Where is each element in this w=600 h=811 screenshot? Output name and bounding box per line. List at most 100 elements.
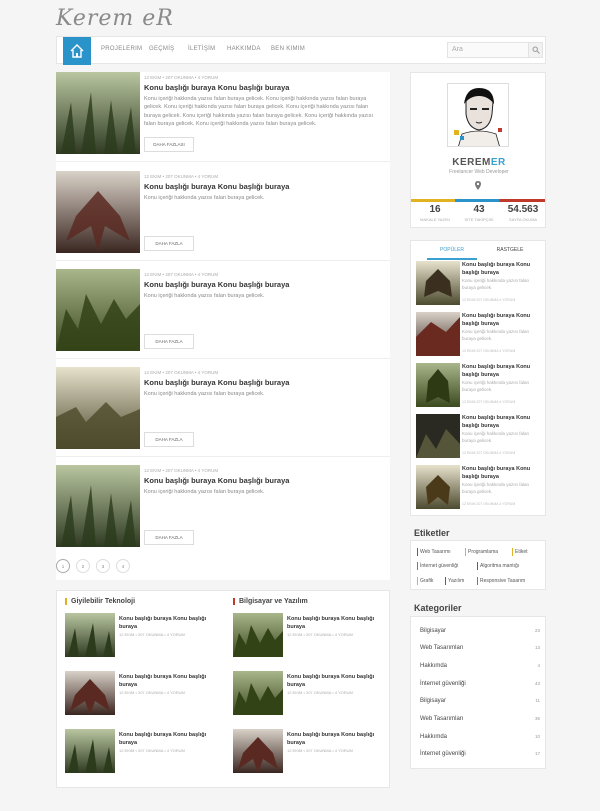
item-title[interactable]: Konu başlığı buraya Konu başlığı buraya: [119, 673, 219, 689]
profile-name-main: KEREM: [452, 157, 491, 168]
post-title[interactable]: Konu başlığı buraya Konu başlığı buraya: [144, 83, 384, 92]
item-title[interactable]: Konu başlığı buraya Konu başlığı buraya: [462, 312, 542, 328]
item-title[interactable]: Konu başlığı buraya Konu başlığı buraya: [287, 615, 387, 631]
item-title[interactable]: Konu başlığı buraya Konu başlığı buraya: [462, 261, 542, 277]
page-button[interactable]: 1: [56, 559, 70, 573]
nav-item-contact[interactable]: İLETİŞİM: [188, 46, 215, 52]
post-title[interactable]: Konu başlığı buraya Konu başlığı buraya: [144, 280, 384, 289]
item-meta: 12 EKIM 207 OKUNMA 4 YORUM: [462, 400, 516, 404]
item-thumbnail: [416, 465, 460, 509]
category-item[interactable]: Web Tasarımları 36: [420, 716, 540, 722]
category-item[interactable]: Bilgisayar 23: [420, 628, 540, 634]
nav-item-projects[interactable]: PROJELERIM: [101, 46, 142, 52]
post-title[interactable]: Konu başlığı buraya Konu başlığı buraya: [144, 476, 384, 485]
category-item[interactable]: Web Tasarımları 13: [420, 645, 540, 651]
tag-item[interactable]: Yazılım: [445, 577, 466, 585]
item-meta: 12 EKIM • 207 OKUNMA • 4 YORUM: [287, 748, 353, 753]
avatar-portrait: [448, 84, 508, 146]
item-title[interactable]: Konu başlığı buraya Konu başlığı buraya: [119, 731, 219, 747]
item-thumbnail: [233, 613, 283, 657]
category-name[interactable]: İnternet güvenliği: [420, 751, 466, 757]
category-name[interactable]: Hakkımda: [420, 734, 447, 740]
list-item[interactable]: Konu başlığı buraya Konu başlığı buraya …: [416, 414, 542, 460]
list-item[interactable]: Konu başlığı buraya Konu başlığı buraya …: [65, 613, 225, 663]
page-button[interactable]: 3: [96, 559, 110, 573]
post-meta: 12 EKIM • 207 OKUNMA • 4 YORUM: [144, 75, 219, 80]
list-item[interactable]: Konu başlığı buraya Konu başlığı buraya …: [233, 613, 393, 663]
post-title[interactable]: Konu başlığı buraya Konu başlığı buraya: [144, 378, 384, 387]
profile-name-highlight: ER: [490, 157, 506, 168]
nav-item-history[interactable]: GEÇMİŞ: [149, 46, 174, 52]
tag-item[interactable]: Grafik: [417, 577, 435, 585]
tag-item[interactable]: Algoritma mantığı: [477, 562, 521, 570]
item-meta: 12 EKIM 207 OKUNMA 4 YORUM: [462, 451, 516, 455]
list-item[interactable]: Konu başlığı buraya Konu başlığı buraya …: [65, 671, 225, 721]
tag-item[interactable]: Web Tasarımı: [417, 548, 453, 556]
post-card: 12 EKIM • 207 OKUNMA • 4 YORUM Konu başl…: [56, 72, 390, 162]
item-meta: 12 EKIM 207 OKUNMA 4 YORUM: [462, 502, 516, 506]
list-item[interactable]: Konu başlığı buraya Konu başlığı buraya …: [416, 312, 542, 358]
post-thumbnail[interactable]: [56, 465, 140, 547]
post-card: 12 EKIM • 207 OKUNMA • 4 YORUM Konu başl…: [56, 465, 390, 555]
item-title[interactable]: Konu başlığı buraya Konu başlığı buraya: [287, 673, 387, 689]
list-item[interactable]: Konu başlığı buraya Konu başlığı buraya …: [416, 363, 542, 409]
list-item[interactable]: Konu başlığı buraya Konu başlığı buraya …: [233, 729, 393, 779]
read-more-button[interactable]: DAHA FAZLASI: [144, 137, 194, 152]
post-excerpt: Konu içeriği hakkında yazısı falan buray…: [144, 391, 265, 397]
category-name[interactable]: Hakkımda: [420, 663, 447, 669]
tag-item[interactable]: Etiket: [512, 548, 530, 556]
category-name[interactable]: Bilgisayar: [420, 698, 446, 704]
category-item[interactable]: İnternet güvenliği 17: [420, 751, 540, 757]
site-logo[interactable]: Kerem eR: [56, 6, 174, 31]
tag-item[interactable]: Programlama: [465, 548, 500, 556]
post-thumbnail[interactable]: [56, 269, 140, 351]
location-icon: [474, 181, 482, 192]
list-item[interactable]: Konu başlığı buraya Konu başlığı buraya …: [233, 671, 393, 721]
tag-item[interactable]: İnternet güvenliği: [417, 562, 460, 570]
read-more-button[interactable]: DAHA FAZLA: [144, 432, 194, 447]
post-thumbnail[interactable]: [56, 72, 140, 154]
post-thumbnail[interactable]: [56, 367, 140, 449]
read-more-button[interactable]: DAHA FAZLA: [144, 236, 194, 251]
category-item[interactable]: İnternet güvenliği 43: [420, 681, 540, 687]
item-title[interactable]: Konu başlığı buraya Konu başlığı buraya: [462, 414, 542, 430]
item-title[interactable]: Konu başlığı buraya Konu başlığı buraya: [119, 615, 219, 631]
nav-item-about[interactable]: HAKKIMDA: [227, 46, 261, 52]
category-item[interactable]: Hakkımda 4: [420, 663, 540, 669]
category-name[interactable]: Web Tasarımları: [420, 716, 463, 722]
column-heading[interactable]: Bilgisayar ve Yazılım: [233, 598, 308, 605]
item-excerpt: Konu içeriği hakkında yazısı falan buray…: [462, 329, 530, 341]
search-input[interactable]: Ara: [447, 42, 529, 58]
read-more-button[interactable]: DAHA FAZLA: [144, 530, 194, 545]
list-item[interactable]: Konu başlığı buraya Konu başlığı buraya …: [416, 261, 542, 307]
popular-random-widget: POPÜLER RASTGELE Konu başlığı buraya Kon…: [410, 240, 546, 516]
search-button[interactable]: [529, 42, 543, 58]
item-title[interactable]: Konu başlığı buraya Konu başlığı buraya: [287, 731, 387, 747]
category-name[interactable]: Web Tasarımları: [420, 645, 463, 651]
stat-label: SITE TAKİPÇİSİ: [464, 217, 494, 222]
column-heading[interactable]: Giyilebilir Teknoloji: [65, 598, 135, 605]
category-item[interactable]: Bilgisayar 11: [420, 698, 540, 704]
home-button[interactable]: [63, 37, 91, 65]
item-meta: 12 EKIM • 207 OKUNMA • 4 YORUM: [119, 690, 185, 695]
tab-popular[interactable]: POPÜLER: [427, 245, 477, 260]
tag-item[interactable]: Responsive Tasarım: [477, 577, 527, 585]
post-title[interactable]: Konu başlığı buraya Konu başlığı buraya: [144, 182, 384, 191]
post-thumbnail[interactable]: [56, 171, 140, 253]
nav-item-who[interactable]: BEN KIMIM: [271, 46, 305, 52]
list-item[interactable]: Konu başlığı buraya Konu başlığı buraya …: [416, 465, 542, 511]
item-title[interactable]: Konu başlığı buraya Konu başlığı buraya: [462, 363, 542, 379]
category-name[interactable]: İnternet güvenliği: [420, 681, 466, 687]
page-button[interactable]: 4: [116, 559, 130, 573]
category-name[interactable]: Bilgisayar: [420, 628, 446, 634]
category-item[interactable]: Hakkımda 10: [420, 734, 540, 740]
read-more-button[interactable]: DAHA FAZLA: [144, 334, 194, 349]
item-meta: 12 EKIM 207 OKUNMA 4 YORUM: [462, 298, 516, 302]
item-meta: 12 EKIM 207 OKUNMA 4 YORUM: [462, 349, 516, 353]
profile-role: Freelancer Web Developer: [449, 169, 509, 175]
item-thumbnail: [233, 671, 283, 715]
item-title[interactable]: Konu başlığı buraya Konu başlığı buraya: [462, 465, 542, 481]
tab-random[interactable]: RASTGELE: [485, 245, 535, 258]
list-item[interactable]: Konu başlığı buraya Konu başlığı buraya …: [65, 729, 225, 779]
page-button[interactable]: 2: [76, 559, 90, 573]
